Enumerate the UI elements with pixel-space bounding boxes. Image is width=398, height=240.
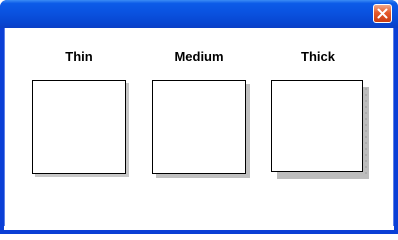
client-area: Thin Medium Thick xyxy=(4,28,394,230)
close-icon xyxy=(377,8,388,19)
thick-shadow-dots xyxy=(363,86,369,178)
panel-medium-shadow xyxy=(152,80,246,174)
label-thin: Thin xyxy=(65,49,93,64)
label-medium: Medium xyxy=(174,49,224,64)
close-button[interactable] xyxy=(373,4,392,23)
panel-thick-shadow xyxy=(271,80,363,172)
app-window: Thin Medium Thick xyxy=(0,0,398,234)
label-thick: Thick xyxy=(301,49,335,64)
client-bottom-edge xyxy=(4,226,394,230)
panel-thin-shadow xyxy=(32,80,126,174)
title-bar[interactable] xyxy=(0,0,398,28)
